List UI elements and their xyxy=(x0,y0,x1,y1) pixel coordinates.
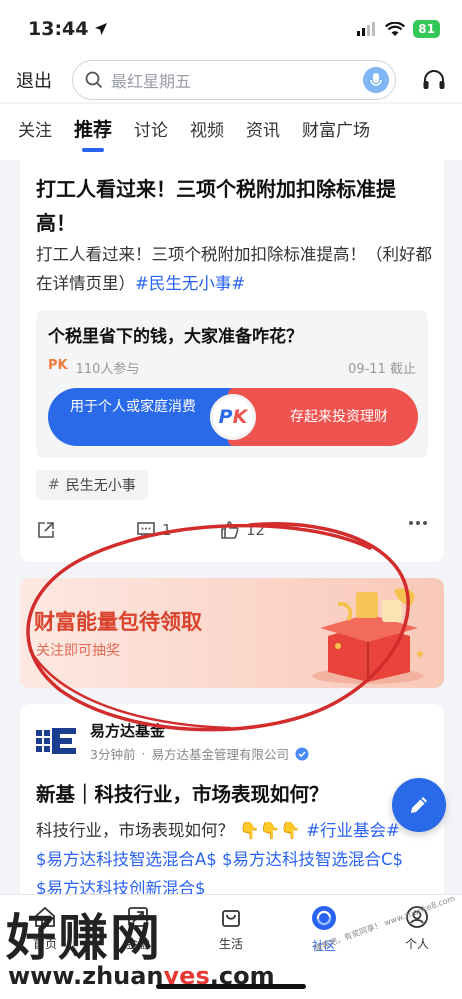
fund-post-text: 科技行业，市场表现如何？ xyxy=(36,821,234,840)
pk-participants: 110人参与 xyxy=(75,362,140,377)
post-title[interactable]: 打工人看过来！三项个税附加扣除标准提高！ xyxy=(36,172,432,240)
like-count: 12 xyxy=(246,521,266,539)
nav-life[interactable]: 生活 xyxy=(196,905,266,952)
topic-chip[interactable]: # 民生无小事 xyxy=(36,470,148,500)
pencil-icon xyxy=(411,797,427,813)
banner-subtitle: 关注即可抽奖 xyxy=(36,643,120,659)
gift-box-icon xyxy=(312,588,424,684)
hash-icon: # xyxy=(48,477,60,493)
nav-life-label: 生活 xyxy=(218,937,243,951)
tab-follow[interactable]: 关注 xyxy=(18,116,52,149)
time-text: 13:44 xyxy=(28,18,89,40)
tab-recommend[interactable]: 推荐 xyxy=(74,115,112,152)
header: 退出 最红星期五 xyxy=(0,58,462,102)
thumbs-up-icon xyxy=(221,521,239,539)
fund-post-card[interactable]: 易方达基金 3分钟前 · 易方达基金管理有限公司 新基｜科技行业，市场表现如何？… xyxy=(20,704,444,904)
search-placeholder: 最红星期五 xyxy=(111,72,192,91)
tab-wealth-square[interactable]: 财富广场 xyxy=(302,116,370,149)
status-icons: 81 xyxy=(357,20,440,38)
pk-option-invest-button[interactable]: 存起来投资理财 xyxy=(228,388,418,446)
fund-post-title[interactable]: 新基｜科技行业，市场表现如何？ xyxy=(36,778,432,807)
home-icon xyxy=(35,906,55,927)
nav-profile-label: 个人 xyxy=(404,937,429,951)
author-org: 易方达基金管理有限公司 xyxy=(151,747,289,762)
pk-meta: PK 110人参与 09-11 截止 xyxy=(48,358,416,377)
wealth-energy-banner[interactable]: 财富能量包待领取 关注即可抽奖 xyxy=(20,578,444,688)
community-icon xyxy=(312,906,336,930)
microphone-icon[interactable] xyxy=(363,67,389,93)
fund-post-body: 科技行业，市场表现如何？ 👇👇👇 #行业基会# $易方达科技智选混合A$ $易方… xyxy=(36,816,432,903)
exit-button[interactable]: 退出 xyxy=(16,67,72,93)
more-options-button[interactable] xyxy=(408,520,428,526)
like-button[interactable]: 12 xyxy=(220,520,265,540)
post-time: 3分钟前 xyxy=(90,747,136,762)
status-bar: 13:44 81 xyxy=(0,0,462,58)
comment-count: 1 xyxy=(162,521,172,539)
pk-deadline: 09-11 截止 xyxy=(348,362,416,377)
nav-profile[interactable]: 个人 xyxy=(382,905,452,952)
status-time: 13:44 xyxy=(28,18,357,40)
pk-tag: PK xyxy=(48,358,68,373)
nav-community-label: 社区 xyxy=(311,939,336,953)
pk-badge: PK xyxy=(210,394,256,440)
search-input[interactable]: 最红星期五 xyxy=(72,60,396,100)
comment-button[interactable]: 1 xyxy=(136,520,172,540)
nav-finance-label: 金融 xyxy=(125,937,150,951)
topic-chip-label: 民生无小事 xyxy=(65,478,136,494)
banner-title: 财富能量包待领取 xyxy=(34,610,202,634)
wifi-icon xyxy=(385,21,406,36)
customer-service-icon[interactable] xyxy=(396,69,446,91)
post-actions: 1 12 xyxy=(36,520,432,544)
finance-icon xyxy=(128,907,148,927)
verified-badge-icon xyxy=(295,747,309,760)
efund-logo-icon xyxy=(36,728,76,754)
nav-community[interactable]: 社区 xyxy=(289,905,359,954)
author-name[interactable]: 易方达基金 xyxy=(90,720,165,741)
more-icon xyxy=(409,521,427,525)
compose-post-button[interactable] xyxy=(392,778,446,832)
user-icon xyxy=(406,906,428,928)
nav-home[interactable]: 首页 xyxy=(10,905,80,952)
share-button[interactable] xyxy=(36,520,56,540)
share-icon xyxy=(38,522,54,538)
pk-poll: 个税里省下的钱，大家准备咋花？ PK 110人参与 09-11 截止 用于个人或… xyxy=(36,310,428,458)
home-indicator xyxy=(156,984,306,989)
pk-question: 个税里省下的钱，大家准备咋花？ xyxy=(48,327,303,347)
meta-separator: · xyxy=(141,746,146,761)
cellular-signal-icon xyxy=(357,22,376,36)
category-tabs: 关注 推荐 讨论 视频 资讯 财富广场 xyxy=(0,104,462,160)
post-body: 打工人看过来！三项个税附加扣除标准提高！（利好都在详情页里）#民生无小事# xyxy=(36,240,432,298)
tab-news[interactable]: 资讯 xyxy=(246,116,280,149)
pk-options: 用于个人或家庭消费 存起来投资理财 PK xyxy=(48,388,418,446)
post-hashtag[interactable]: #民生无小事# xyxy=(135,274,245,293)
nav-home-label: 首页 xyxy=(32,937,57,951)
battery-indicator: 81 xyxy=(413,20,440,38)
pointing-down-emoji: 👇👇👇 xyxy=(239,821,301,840)
author-meta: 3分钟前 · 易方达基金管理有限公司 xyxy=(90,744,309,763)
post-card[interactable]: 打工人看过来！三项个税附加扣除标准提高！ 打工人看过来！三项个税附加扣除标准提高… xyxy=(20,160,444,562)
location-arrow-icon xyxy=(95,23,108,35)
comment-icon xyxy=(137,522,155,540)
shopping-bag-icon xyxy=(222,910,240,927)
tab-video[interactable]: 视频 xyxy=(190,116,224,149)
tab-discuss[interactable]: 讨论 xyxy=(134,116,168,149)
search-icon xyxy=(85,71,103,89)
nav-finance[interactable]: 金融 xyxy=(103,905,173,952)
